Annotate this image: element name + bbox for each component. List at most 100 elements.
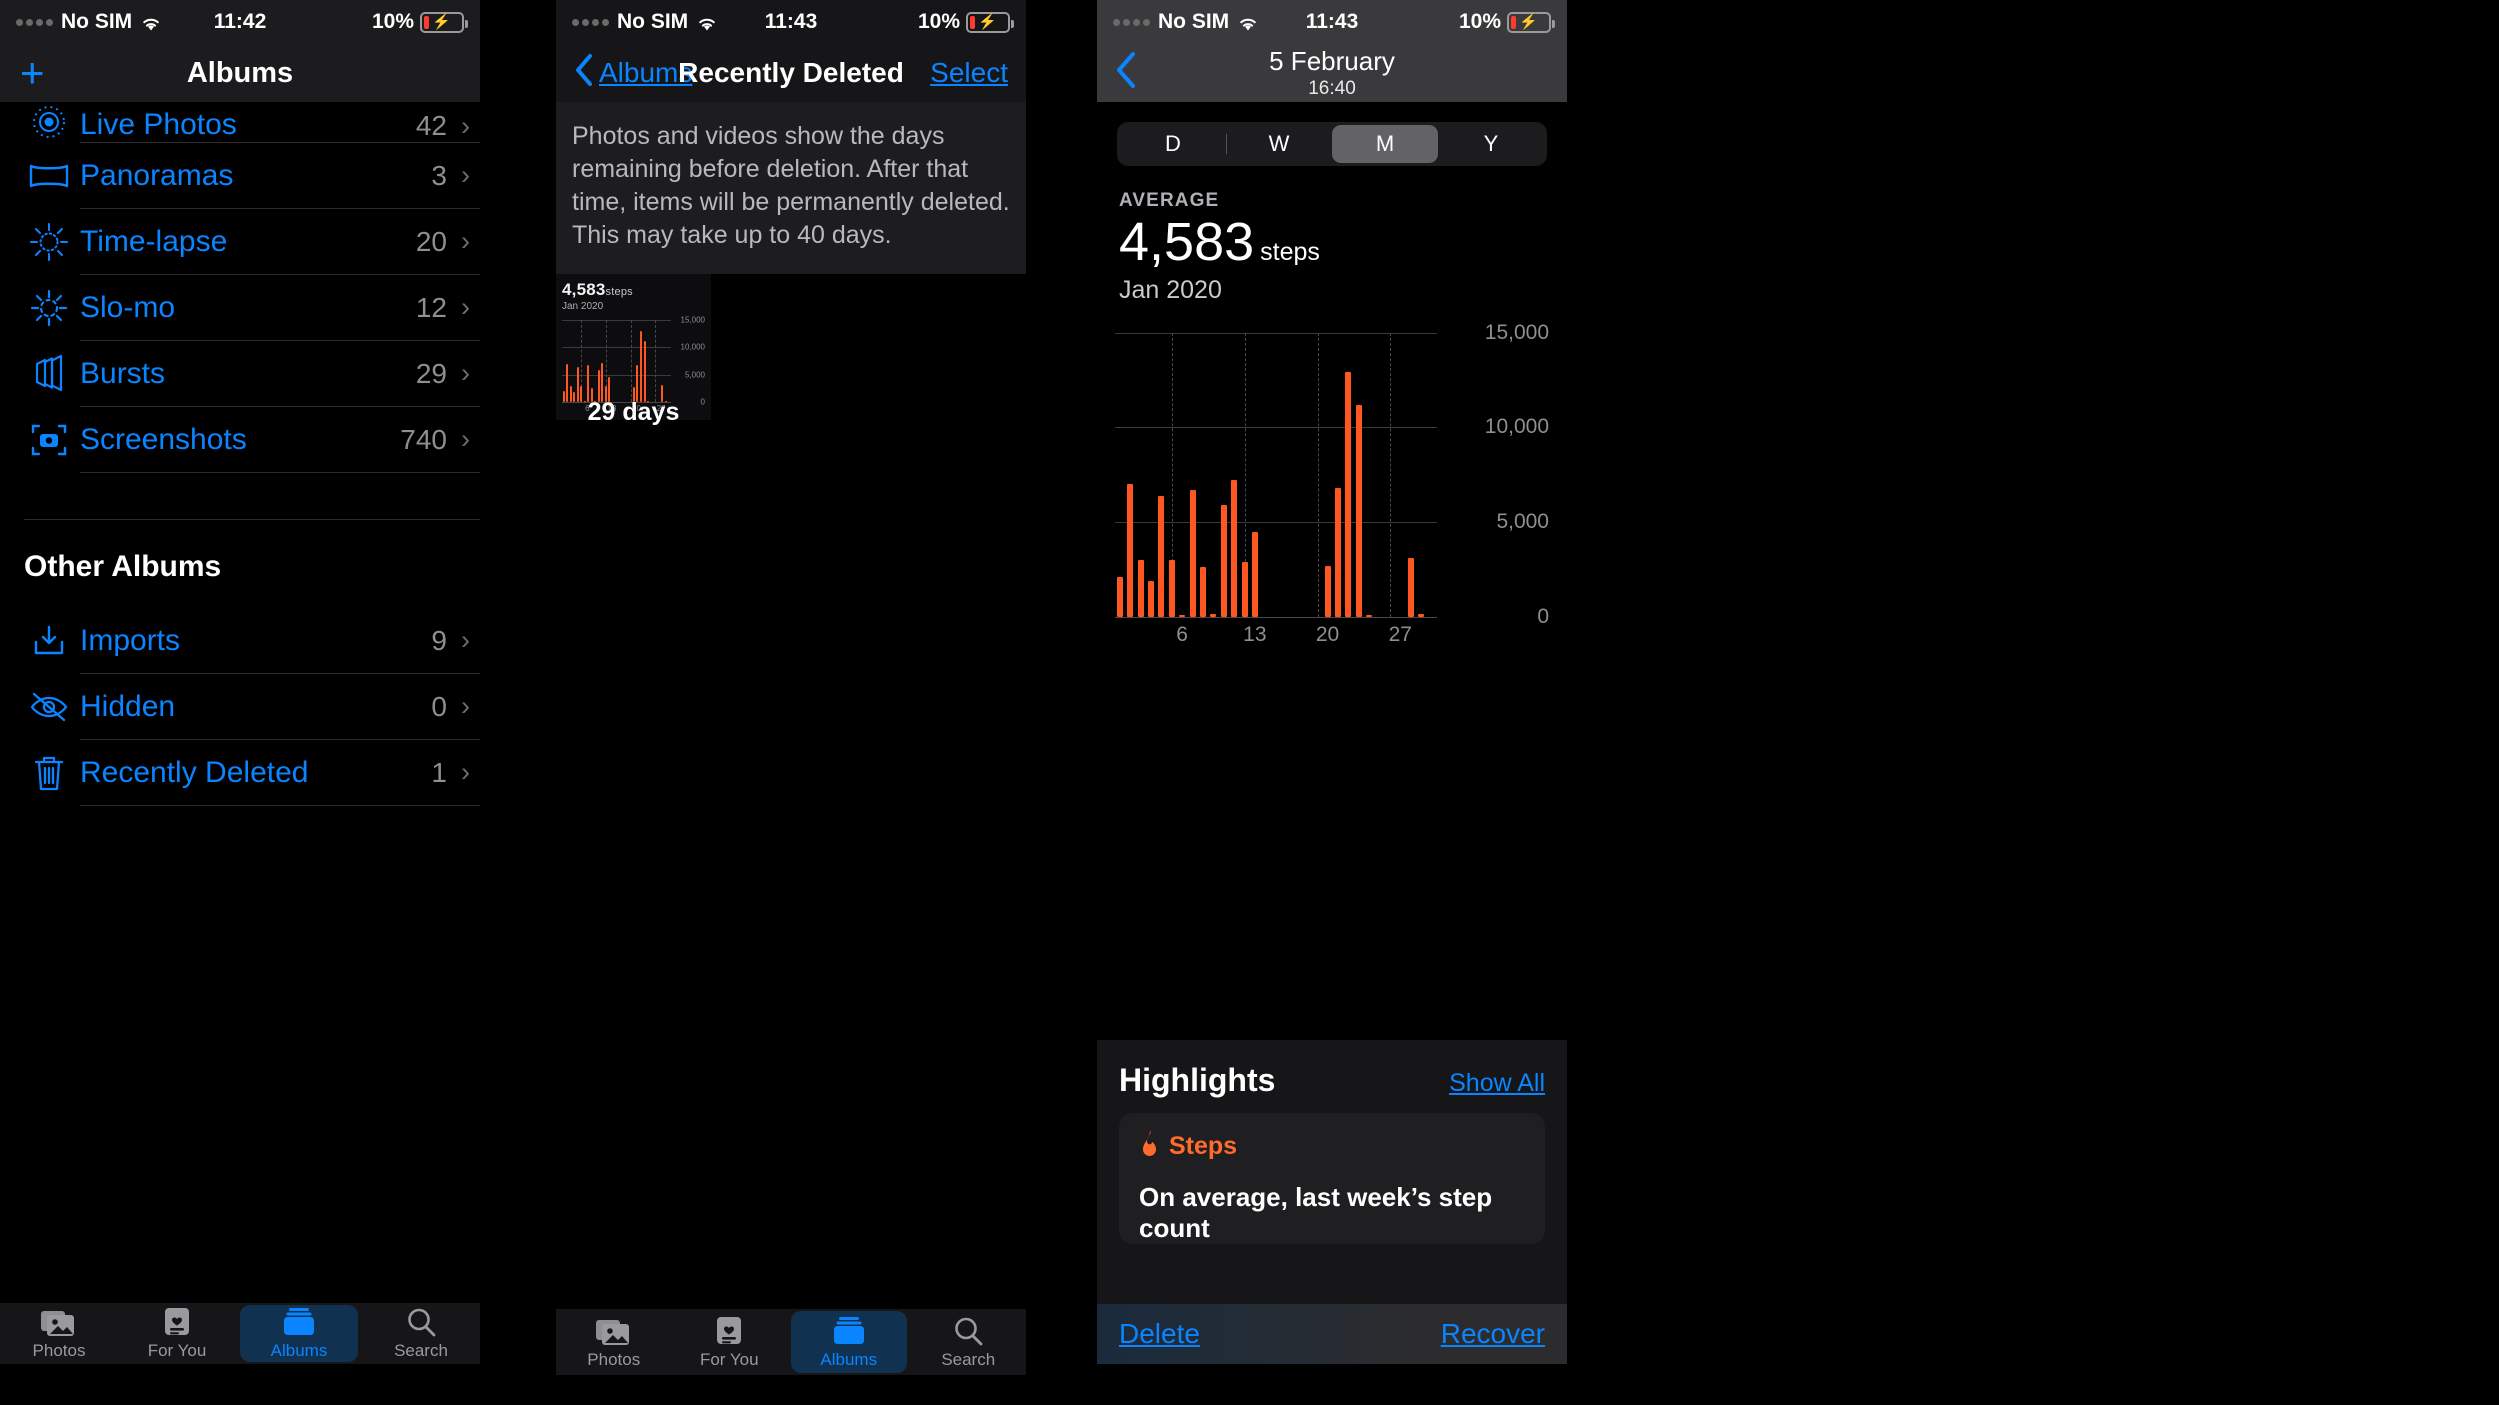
live-photos-icon	[18, 102, 80, 142]
gridline-vertical	[630, 320, 632, 402]
highlight-item-steps[interactable]: Steps On average, last week’s step count	[1119, 1113, 1545, 1244]
steps-bar-chart: 0 5,000 10,000 15,000 6 13 20 27	[1115, 321, 1549, 655]
chevron-right-icon: ›	[461, 757, 470, 787]
select-button[interactable]: Select	[930, 57, 1008, 89]
list-item-count: 740	[400, 423, 447, 455]
range-segmented-control[interactable]: D W M Y	[1117, 122, 1547, 166]
back-button[interactable]	[1115, 51, 1137, 96]
status-bar: No SIM 11:43 10% ⚡	[1097, 0, 1567, 44]
list-item-screenshots[interactable]: Screenshots 740 ›	[0, 407, 480, 472]
signal-dots-icon	[1113, 18, 1150, 26]
highlights-title: Highlights	[1119, 1062, 1276, 1098]
list-item-time-lapse[interactable]: Time-lapse 20 ›	[0, 209, 480, 274]
status-right: 10% ⚡	[791, 10, 1014, 34]
back-label: Albums	[599, 57, 693, 88]
chevron-right-icon: ›	[461, 292, 470, 322]
chart-bar	[1116, 576, 1123, 617]
recover-button[interactable]: Recover	[1441, 1318, 1545, 1350]
list-item-recently-deleted[interactable]: Recently Deleted 1 ›	[0, 740, 480, 805]
flame-icon	[1139, 1129, 1161, 1164]
panoramas-icon	[18, 161, 80, 191]
list-item-slo-mo[interactable]: Slo-mo 12 ›	[0, 275, 480, 340]
segment-label: Y	[1483, 131, 1499, 156]
segment-week[interactable]: W	[1226, 125, 1332, 163]
mini-widget-value: 4,583steps	[562, 280, 705, 300]
highlight-metric-label: Steps	[1169, 1132, 1238, 1160]
average-label: AVERAGE	[1119, 190, 1220, 211]
media-types-list: Live Photos 42 › Panoramas 3 › Time-laps…	[0, 102, 480, 806]
chart-bar	[643, 340, 646, 402]
status-right: 10% ⚡	[1332, 10, 1555, 34]
segment-year[interactable]: Y	[1438, 125, 1544, 163]
wifi-icon	[140, 14, 162, 31]
tab-label: Albums	[820, 1349, 878, 1369]
show-all-button[interactable]: Show All	[1449, 1069, 1545, 1098]
navbar-title-group: 5 February 16:40	[1097, 46, 1567, 100]
bottom-action-bar: Delete Recover	[1097, 1304, 1567, 1364]
tab-albums[interactable]: Albums	[240, 1305, 358, 1362]
tab-for-you[interactable]: For You	[118, 1303, 236, 1364]
wifi-icon	[696, 14, 718, 31]
list-item-label: Live Photos	[80, 108, 237, 141]
trash-icon	[18, 753, 80, 793]
list-item-count: 29	[415, 357, 447, 389]
tab-label: For You	[147, 1341, 207, 1360]
chevron-right-icon: ›	[461, 691, 470, 721]
highlight-text: On average, last week’s step count	[1139, 1182, 1493, 1243]
mini-widget-period: Jan 2020	[562, 301, 604, 312]
segment-day[interactable]: D	[1120, 125, 1226, 163]
days-remaining-label: 29 days	[587, 398, 680, 426]
tab-search[interactable]: Search	[362, 1303, 480, 1364]
chevron-right-icon: ›	[461, 111, 470, 141]
tab-label: Search	[394, 1341, 448, 1360]
y-axis-tick-label: 15,000	[1484, 320, 1549, 344]
status-left: No SIM	[572, 10, 791, 34]
list-item-panoramas[interactable]: Panoramas 3 ›	[0, 143, 480, 208]
segment-divider	[1226, 134, 1227, 154]
list-item-count: 1	[431, 756, 447, 788]
tab-albums[interactable]: Albums	[791, 1311, 907, 1373]
list-item-label: Panoramas	[80, 158, 234, 192]
chart-bar	[1199, 567, 1206, 617]
chart-bar	[1148, 580, 1155, 617]
list-item-count: 42	[415, 110, 447, 141]
list-item-bursts[interactable]: Bursts 29 ›	[0, 341, 480, 406]
photos-albums-screen: No SIM 11:42 10% ⚡ + Albums Live Photos …	[0, 0, 480, 1405]
battery-percent-label: 10%	[917, 10, 960, 33]
mini-widget-unit: steps	[605, 286, 633, 298]
segment-month[interactable]: M	[1332, 125, 1438, 163]
list-item-live-photos[interactable]: Live Photos 42 ›	[0, 102, 480, 142]
chart-bar	[1210, 614, 1217, 617]
highlight-metric-row: Steps	[1139, 1129, 1525, 1164]
tab-bar: Photos For You Albums Search	[0, 1303, 480, 1364]
list-item-count: 3	[431, 159, 447, 191]
time-lapse-icon	[18, 222, 80, 262]
tab-label: Photos	[32, 1341, 86, 1360]
albums-navbar: + Albums	[0, 44, 480, 102]
chart-bar	[1407, 558, 1414, 617]
record-date: 5 February	[1269, 46, 1395, 76]
back-to-albums-button[interactable]: Albums	[574, 53, 692, 94]
chart-bar	[1220, 504, 1227, 617]
list-item-count: 12	[415, 291, 447, 323]
gridline	[1115, 427, 1437, 429]
add-album-button[interactable]: +	[20, 52, 45, 94]
tab-photos[interactable]: Photos	[0, 1303, 118, 1364]
tab-for-you[interactable]: For You	[672, 1309, 788, 1375]
chart-bar	[1324, 565, 1331, 617]
list-item-hidden[interactable]: Hidden 0 ›	[0, 674, 480, 739]
chart-bar	[639, 331, 642, 402]
delete-button[interactable]: Delete	[1119, 1318, 1200, 1350]
screenshots-icon	[18, 420, 80, 460]
tab-search[interactable]: Search	[911, 1309, 1027, 1375]
tab-label: Photos	[587, 1349, 641, 1369]
status-right: 10% ⚡	[240, 10, 468, 34]
chart-bar	[1158, 495, 1165, 617]
carrier-label: No SIM	[617, 10, 689, 33]
tab-photos[interactable]: Photos	[556, 1309, 672, 1375]
chart-bar	[1345, 372, 1352, 617]
battery-charging-icon: ⚡	[1507, 11, 1555, 33]
list-item-imports[interactable]: Imports 9 ›	[0, 608, 480, 673]
deletion-info-banner: Photos and videos show the days remainin…	[556, 102, 1026, 274]
average-summary: AVERAGE 4,583 steps Jan 2020	[1097, 166, 1567, 305]
